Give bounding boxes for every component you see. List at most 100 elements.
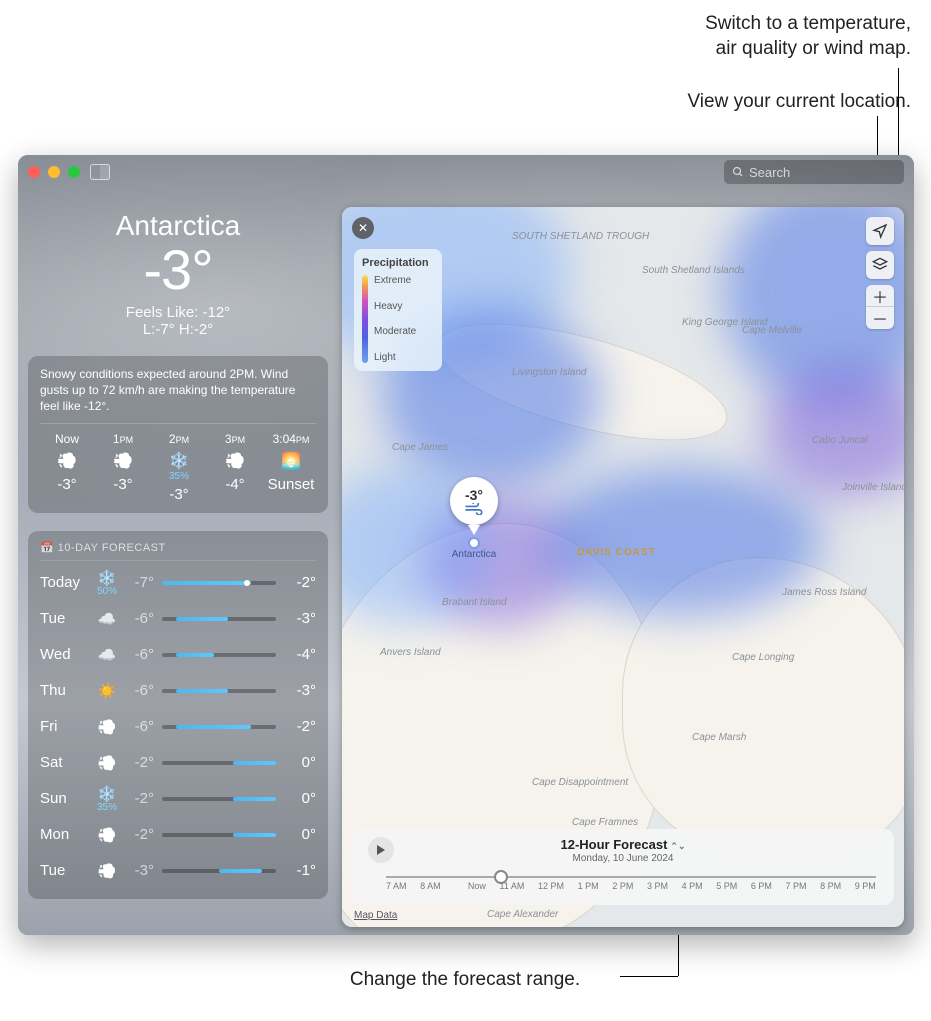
sunset-icon [264, 450, 318, 472]
callout-layers: Switch to a temperature, air quality or … [705, 12, 911, 61]
forecast-range-label: 12-Hour Forecast [560, 837, 667, 852]
forecast-range-selector[interactable]: 12-Hour Forecast⌃⌄ [560, 837, 685, 852]
forecast-day-row[interactable]: Sun 35% -2° 0° [40, 781, 316, 817]
hour-temp: -3° [96, 476, 150, 493]
close-map-button[interactable]: ✕ [352, 217, 374, 239]
precip-probability: 50% [90, 587, 124, 597]
current-temperature: -3° [28, 242, 328, 298]
cloud-icon [90, 646, 124, 664]
minus-icon: － [872, 306, 888, 329]
forecast-day-row[interactable]: Mon -2° 0° [40, 817, 316, 853]
temp-range-bar [162, 617, 276, 621]
ten-day-heading: 10-DAY FORECAST [40, 541, 316, 561]
high-low: L:-7° H:-2° [28, 321, 328, 338]
timeline-tick: 7 AM [386, 881, 407, 891]
low-temp: -2° [124, 826, 162, 843]
day-label: Sat [40, 754, 90, 771]
hourly-item[interactable]: 2PM 35% -3° [152, 432, 206, 503]
hourly-item[interactable]: 1PM -3° [96, 432, 150, 503]
snow-icon: 50% [90, 569, 124, 597]
zoom-in-button[interactable]: ＋ [866, 285, 894, 307]
layers-icon [872, 257, 888, 273]
timeline-tick: 8 AM [420, 881, 441, 891]
cloud-icon [90, 610, 124, 628]
play-button[interactable] [368, 837, 394, 863]
legend-title: Precipitation [362, 257, 434, 269]
low-temp: -6° [124, 682, 162, 699]
map-layers-button[interactable] [866, 251, 894, 279]
callout-forecast: Change the forecast range. [300, 968, 630, 993]
temp-range-bar [162, 797, 276, 801]
timeline-tick: 7 PM [786, 881, 807, 891]
ten-day-forecast-card[interactable]: 10-DAY FORECAST Today 50% -7° -2°Tue -6°… [28, 531, 328, 899]
snow-icon [152, 450, 206, 472]
timeline-track[interactable]: 7 AM8 AMNow11 AM12 PM1 PM2 PM3 PM4 PM5 P… [364, 874, 882, 894]
forecast-timeline: 12-Hour Forecast⌃⌄ Monday, 10 June 2024 … [352, 829, 894, 905]
search-input[interactable]: Search [724, 160, 904, 184]
forecast-day-row[interactable]: Thu -6° -3° [40, 673, 316, 709]
callout-location: View your current location. [687, 90, 911, 115]
map-place-label: Cape Melville [742, 325, 802, 336]
day-label: Wed [40, 646, 90, 663]
hour-temp: Sunset [264, 476, 318, 493]
timeline-tick: 12 PM [538, 881, 564, 891]
forecast-day-row[interactable]: Fri -6° -2° [40, 709, 316, 745]
wind-icon [90, 754, 124, 772]
forecast-narrative: Snowy conditions expected around 2PM. Wi… [40, 366, 316, 424]
forecast-day-row[interactable]: Wed -6° -4° [40, 637, 316, 673]
map-place-label: Livingston Island [512, 367, 587, 378]
timeline-tick: 6 PM [751, 881, 772, 891]
temp-range-bar [162, 581, 276, 585]
map-place-label: Cape Longing [732, 652, 794, 663]
sidebar-toggle-icon[interactable] [90, 164, 112, 180]
hourly-forecast-card[interactable]: Snowy conditions expected around 2PM. Wi… [28, 356, 328, 513]
play-icon [376, 845, 386, 855]
hourly-item[interactable]: 3:04PM Sunset [264, 432, 318, 503]
low-temp: -6° [124, 610, 162, 627]
fullscreen-window-button[interactable] [68, 166, 80, 178]
chevron-updown-icon: ⌃⌄ [670, 841, 685, 851]
forecast-day-row[interactable]: Tue -6° -3° [40, 601, 316, 637]
precip-probability: 35% [152, 472, 206, 482]
timeline-tick: 3 PM [647, 881, 668, 891]
location-pin[interactable]: -3° Antarctica [450, 477, 498, 560]
legend-level: Heavy [374, 301, 416, 312]
close-window-button[interactable] [28, 166, 40, 178]
high-temp: -2° [276, 574, 316, 591]
forecast-day-row[interactable]: Today 50% -7° -2° [40, 565, 316, 601]
temp-range-bar [162, 869, 276, 873]
timeline-tick: 5 PM [716, 881, 737, 891]
hourly-row[interactable]: Now -3°1PM -3°2PM 35% -3°3PM -4°3:04PM S… [40, 432, 316, 503]
temp-range-bar [162, 833, 276, 837]
legend-level: Extreme [374, 275, 416, 286]
current-location-button[interactable] [866, 217, 894, 245]
hourly-item[interactable]: Now -3° [40, 432, 94, 503]
low-temp: -3° [124, 862, 162, 879]
timeline-ticks: 7 AM8 AMNow11 AM12 PM1 PM2 PM3 PM4 PM5 P… [386, 881, 876, 891]
forecast-day-row[interactable]: Tue -3° -1° [40, 853, 316, 889]
precip-probability: 35% [90, 803, 124, 813]
hourly-item[interactable]: 3PM -4° [208, 432, 262, 503]
map-place-label: Cape Alexander [487, 909, 558, 920]
map-place-label: James Ross Island [782, 587, 866, 598]
zoom-out-button[interactable]: － [866, 307, 894, 329]
legend-gradient [362, 275, 368, 363]
temp-range-bar [162, 761, 276, 765]
map-place-label: DAVIS COAST [577, 547, 656, 558]
wind-icon [90, 826, 124, 844]
day-label: Sun [40, 790, 90, 807]
map-data-link[interactable]: Map Data [354, 910, 397, 921]
pin-temperature: -3° [465, 487, 483, 503]
minimize-window-button[interactable] [48, 166, 60, 178]
day-label: Fri [40, 718, 90, 735]
low-temp: -2° [124, 790, 162, 807]
forecast-day-row[interactable]: Sat -2° 0° [40, 745, 316, 781]
legend-labels: ExtremeHeavyModerateLight [374, 275, 416, 363]
precipitation-map[interactable]: SOUTH SHETLAND TROUGHSouth Shetland Isla… [342, 207, 904, 927]
search-placeholder: Search [749, 165, 790, 180]
feels-like: Feels Like: -12° [28, 304, 328, 321]
high-temp: -4° [276, 646, 316, 663]
timeline-tick: 9 PM [855, 881, 876, 891]
temp-range-bar [162, 653, 276, 657]
precipitation-legend: Precipitation ExtremeHeavyModerateLight [354, 249, 442, 371]
